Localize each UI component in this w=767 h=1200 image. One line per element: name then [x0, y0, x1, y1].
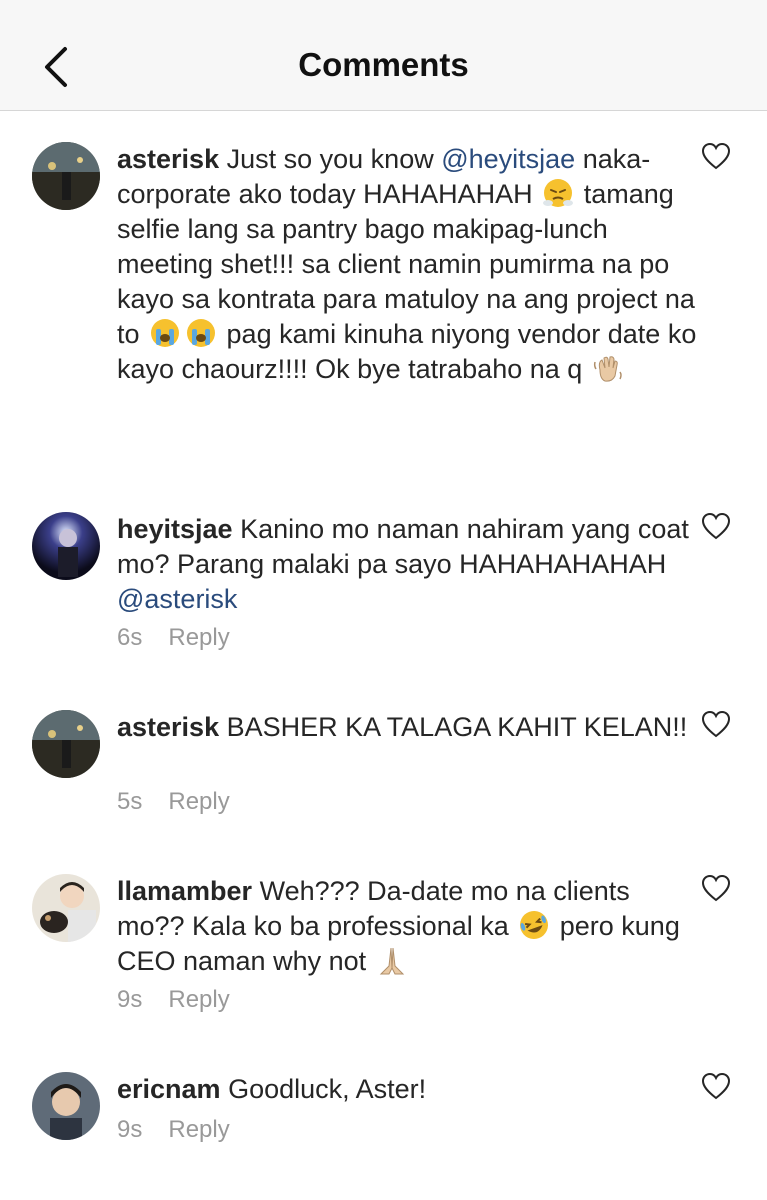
- folded-hands-emoji: [379, 947, 404, 975]
- comment-meta: 5s Reply: [117, 788, 230, 816]
- comment-username[interactable]: asterisk: [117, 144, 219, 174]
- steam-face-emoji: [543, 179, 574, 207]
- comment-text-part: Goodluck, Aster!: [228, 1074, 427, 1104]
- reply-button[interactable]: Reply: [168, 1116, 229, 1143]
- comment-text: heyitsjae Kanino mo naman nahiram yang c…: [117, 512, 702, 617]
- heart-icon[interactable]: [701, 874, 731, 902]
- header-bar: Comments: [0, 0, 767, 111]
- reply-button[interactable]: Reply: [168, 788, 229, 815]
- avatar[interactable]: [32, 512, 100, 580]
- comment-username[interactable]: llamamber: [117, 876, 252, 906]
- mention-link[interactable]: @asterisk: [117, 584, 237, 614]
- comment-text: asterisk BASHER KA TALAGA KAHIT KELAN!!: [117, 710, 702, 745]
- crying-face-emoji: [187, 319, 216, 347]
- heart-icon[interactable]: [701, 710, 731, 738]
- heart-icon[interactable]: [701, 512, 731, 540]
- comment-username[interactable]: asterisk: [117, 712, 219, 742]
- comment-meta: 9s Reply: [117, 986, 230, 1014]
- avatar[interactable]: [32, 710, 100, 778]
- comment-text-part: BASHER KA TALAGA KAHIT KELAN!!: [226, 712, 688, 742]
- comment-text: ericnam Goodluck, Aster!: [117, 1072, 702, 1107]
- heart-icon[interactable]: [701, 142, 731, 170]
- heart-icon[interactable]: [701, 1072, 731, 1100]
- comment-timestamp: 9s: [117, 986, 143, 1013]
- comment-timestamp: 5s: [117, 788, 143, 815]
- mention-link[interactable]: @heyitsjae: [441, 144, 575, 174]
- comment-username[interactable]: heyitsjae: [117, 514, 233, 544]
- reply-button[interactable]: Reply: [168, 986, 229, 1013]
- comment-text-part: Just so you know: [226, 144, 442, 174]
- avatar[interactable]: [32, 142, 100, 210]
- comment-meta: 9s Reply: [117, 1116, 230, 1144]
- comment-username[interactable]: ericnam: [117, 1074, 221, 1104]
- avatar[interactable]: [32, 874, 100, 942]
- page-title: Comments: [298, 46, 469, 83]
- avatar[interactable]: [32, 1072, 100, 1140]
- comment-timestamp: 9s: [117, 1116, 143, 1143]
- comment-text: asterisk Just so you know @heyitsjae nak…: [117, 142, 702, 387]
- comment-meta: 6s Reply: [117, 624, 230, 652]
- comment-text: llamamber Weh??? Da-date mo na clients m…: [117, 874, 702, 979]
- reply-button[interactable]: Reply: [168, 624, 229, 651]
- rolling-laughing-emoji: [520, 911, 549, 939]
- comment-timestamp: 6s: [117, 624, 143, 651]
- waving-hand-emoji: [593, 356, 622, 382]
- crying-face-emoji: [151, 319, 180, 347]
